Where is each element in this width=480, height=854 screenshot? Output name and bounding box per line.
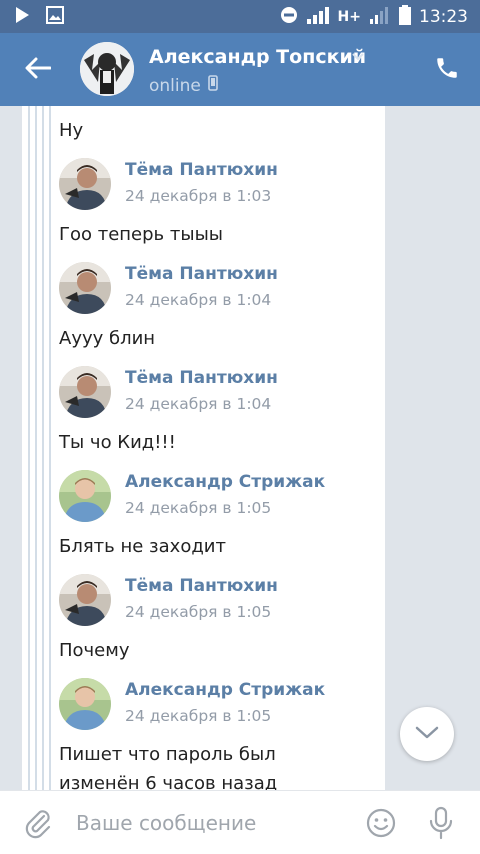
message-text: Ну <box>59 120 84 141</box>
do-not-disturb-icon <box>280 6 298 28</box>
avatar[interactable] <box>59 158 111 210</box>
message-text: изменён 6 часов назад <box>59 773 278 790</box>
author-name[interactable]: Тёма Пантюхин <box>125 264 278 284</box>
mobile-icon <box>208 75 218 96</box>
avatar[interactable] <box>80 42 134 96</box>
author-name[interactable]: Александр Стрижак <box>125 472 325 492</box>
call-button[interactable] <box>434 55 462 83</box>
avatar[interactable] <box>59 678 111 730</box>
message-timestamp: 24 декабря в 1:04 <box>125 395 272 413</box>
paperclip-icon <box>22 810 54 843</box>
message-input[interactable] <box>76 809 346 837</box>
author-name[interactable]: Александр Стрижак <box>125 680 325 700</box>
avatar[interactable] <box>59 366 111 418</box>
attach-button[interactable] <box>22 807 54 839</box>
author-name[interactable]: Тёма Пантюхин <box>125 576 278 596</box>
voice-message-button[interactable] <box>426 805 456 841</box>
status-bar: H+ 13:23 <box>0 0 480 33</box>
message-timestamp: 24 декабря в 1:03 <box>125 187 272 205</box>
avatar-image <box>80 42 134 96</box>
forward-indicator <box>35 106 37 790</box>
clock: 13:23 <box>419 7 468 27</box>
message-timestamp: 24 декабря в 1:05 <box>125 603 272 621</box>
message-text: Гоо теперь тыыы <box>59 224 224 245</box>
status-text: online <box>149 75 201 96</box>
play-icon <box>14 6 30 28</box>
author-name[interactable]: Тёма Пантюхин <box>125 160 278 180</box>
forward-indicator <box>28 106 30 790</box>
back-button[interactable] <box>20 53 56 87</box>
author-name[interactable]: Тёма Пантюхин <box>125 368 278 388</box>
chevron-down-icon <box>415 725 439 744</box>
message-text: Почему <box>59 640 130 661</box>
message-bubble: Ну Тёма Пантюхин 24 декабря в 1:03 Гоо тепе… <box>22 106 385 790</box>
forward-indicator <box>49 106 51 790</box>
chat-title[interactable]: Александр Топский <box>149 46 366 68</box>
network-type: H+ <box>337 9 361 25</box>
message-text: Пишет что пароль был <box>59 744 276 765</box>
avatar[interactable] <box>59 470 111 522</box>
message-text: Аууу блин <box>59 328 156 349</box>
scroll-down-button[interactable] <box>400 707 454 761</box>
signal-icon <box>306 5 330 29</box>
avatar[interactable] <box>59 574 111 626</box>
microphone-icon <box>426 806 456 845</box>
message-timestamp: 24 декабря в 1:05 <box>125 499 272 517</box>
emoji-button[interactable] <box>365 807 397 839</box>
image-icon <box>46 6 64 28</box>
avatar[interactable] <box>59 262 111 314</box>
chat-header: Александр Топский online <box>0 33 480 106</box>
chevron-down-icon[interactable] <box>351 47 365 66</box>
message-text: Блять не заходит <box>59 536 226 557</box>
message-timestamp: 24 декабря в 1:05 <box>125 707 272 725</box>
online-status: online <box>149 75 218 96</box>
forward-indicator <box>42 106 44 790</box>
message-timestamp: 24 декабря в 1:04 <box>125 291 272 309</box>
message-text: Ты чо Кид!!! <box>59 432 176 453</box>
signal-icon <box>369 5 391 29</box>
message-composer <box>0 790 480 854</box>
phone-icon <box>434 58 460 85</box>
arrow-left-icon <box>25 57 52 83</box>
smile-icon <box>365 808 397 843</box>
battery-icon <box>399 5 411 29</box>
